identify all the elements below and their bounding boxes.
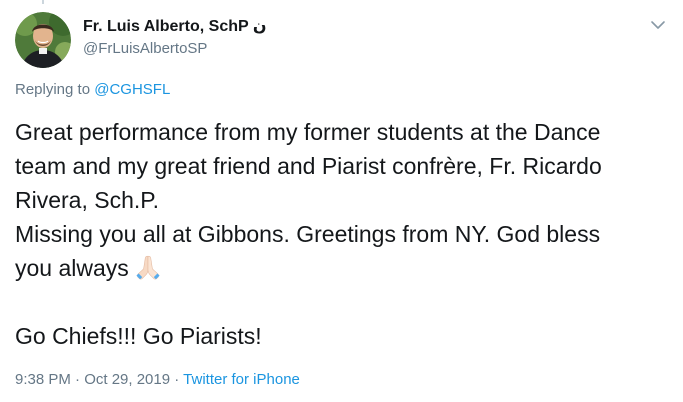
author-display-name[interactable]: Fr. Luis Alberto, SchP <box>83 18 248 35</box>
avatar-photo <box>15 12 71 68</box>
tweet-text-line: Rivera, Sch.P. <box>15 187 160 213</box>
meta-separator: · <box>174 371 180 388</box>
tweet-text-line: Great performance from my former student… <box>15 119 601 145</box>
avatar[interactable] <box>15 12 71 68</box>
tweet-text: Great performance from my former student… <box>15 115 675 353</box>
tweet-source-link[interactable]: Twitter for iPhone <box>183 371 300 388</box>
tweet-meta: 9:38 PM · Oct 29, 2019 · Twitter for iPh… <box>15 370 300 390</box>
name-suffix-glyph: ن <box>252 18 267 35</box>
chevron-down-icon <box>651 21 665 29</box>
tweet-text-line: Go Chiefs!!! Go Piarists! <box>15 323 262 349</box>
tweet-text-line: you always <box>15 255 129 281</box>
tweet-header: Fr. Luis Alberto, SchP ن @FrLuisAlbertoS… <box>15 12 670 68</box>
folded-hands-icon <box>136 255 160 280</box>
replying-handle-link[interactable]: @CGHSFL <box>94 81 170 98</box>
tweet-text-line: team and my great friend and Piarist con… <box>15 153 602 179</box>
tweet-text-line-with-emoji: you always <box>15 251 675 285</box>
replying-to: Replying to @CGHSFL <box>15 80 170 100</box>
thread-connector-line <box>42 0 44 4</box>
author-handle[interactable]: @FrLuisAlbertoSP <box>83 39 266 59</box>
author-name-row[interactable]: Fr. Luis Alberto, SchP ن <box>83 17 266 37</box>
tweet-timestamp[interactable]: 9:38 PM · Oct 29, 2019 <box>15 371 170 388</box>
tweet-text-line: Missing you all at Gibbons. Greetings fr… <box>15 221 601 247</box>
more-options-button[interactable] <box>649 18 667 32</box>
author-block: Fr. Luis Alberto, SchP ن @FrLuisAlbertoS… <box>83 17 266 59</box>
replying-prefix: Replying to <box>15 81 91 98</box>
